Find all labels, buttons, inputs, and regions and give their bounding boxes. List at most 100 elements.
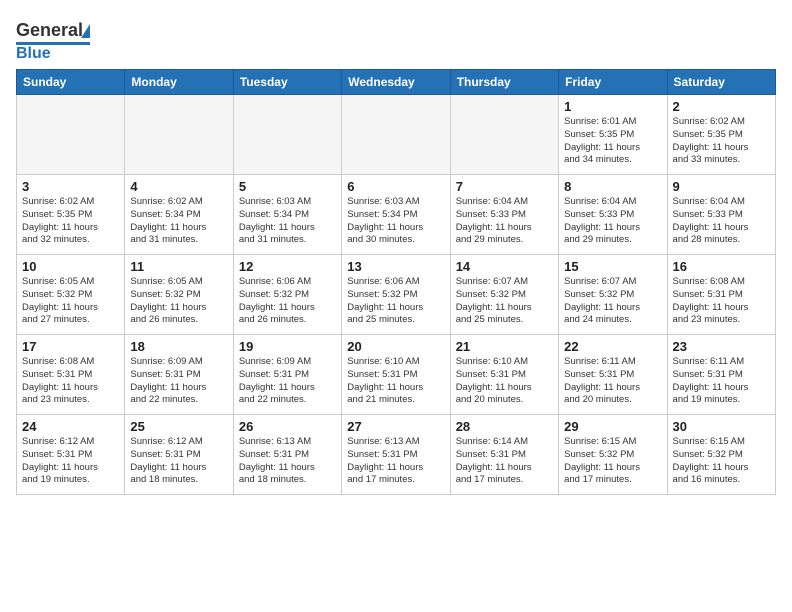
- day-info: Sunrise: 6:15 AM Sunset: 5:32 PM Dayligh…: [673, 436, 770, 487]
- calendar-week-2: 3 Sunrise: 6:02 AM Sunset: 5:35 PM Daylig…: [17, 175, 776, 255]
- day-number: 27: [347, 419, 444, 434]
- day-number: 12: [239, 259, 336, 274]
- calendar-cell: 3 Sunrise: 6:02 AM Sunset: 5:35 PM Daylig…: [17, 175, 125, 255]
- day-number: 11: [130, 259, 227, 274]
- day-info: Sunrise: 6:04 AM Sunset: 5:33 PM Dayligh…: [456, 196, 553, 247]
- day-of-week-tuesday: Tuesday: [233, 70, 341, 95]
- day-info: Sunrise: 6:01 AM Sunset: 5:35 PM Dayligh…: [564, 116, 661, 167]
- day-number: 19: [239, 339, 336, 354]
- calendar-cell: 11 Sunrise: 6:05 AM Sunset: 5:32 PM Dayli…: [125, 255, 233, 335]
- day-info: Sunrise: 6:13 AM Sunset: 5:31 PM Dayligh…: [347, 436, 444, 487]
- calendar-cell: 14 Sunrise: 6:07 AM Sunset: 5:32 PM Dayli…: [450, 255, 558, 335]
- day-info: Sunrise: 6:07 AM Sunset: 5:32 PM Dayligh…: [456, 276, 553, 327]
- calendar-cell: [233, 95, 341, 175]
- day-number: 23: [673, 339, 770, 354]
- day-number: 21: [456, 339, 553, 354]
- calendar-cell: 13 Sunrise: 6:06 AM Sunset: 5:32 PM Dayli…: [342, 255, 450, 335]
- day-number: 17: [22, 339, 119, 354]
- day-info: Sunrise: 6:14 AM Sunset: 5:31 PM Dayligh…: [456, 436, 553, 487]
- calendar-cell: 30 Sunrise: 6:15 AM Sunset: 5:32 PM Dayli…: [667, 415, 775, 495]
- day-info: Sunrise: 6:12 AM Sunset: 5:31 PM Dayligh…: [22, 436, 119, 487]
- day-info: Sunrise: 6:07 AM Sunset: 5:32 PM Dayligh…: [564, 276, 661, 327]
- svg-text:Blue: Blue: [16, 45, 51, 61]
- calendar-week-5: 24Sunrise: 6:12 AM Sunset: 5:31 PM Dayli…: [17, 415, 776, 495]
- calendar-cell: 4Sunrise: 6:02 AM Sunset: 5:34 PM Daylig…: [125, 175, 233, 255]
- day-info: Sunrise: 6:13 AM Sunset: 5:31 PM Dayligh…: [239, 436, 336, 487]
- calendar-cell: 28 Sunrise: 6:14 AM Sunset: 5:31 PM Dayli…: [450, 415, 558, 495]
- logo-svg: General Blue: [16, 16, 96, 61]
- calendar-cell: [342, 95, 450, 175]
- calendar-cell: 26Sunrise: 6:13 AM Sunset: 5:31 PM Dayli…: [233, 415, 341, 495]
- calendar-week-4: 17 Sunrise: 6:08 AM Sunset: 5:31 PM Dayli…: [17, 335, 776, 415]
- calendar-cell: [17, 95, 125, 175]
- day-number: 13: [347, 259, 444, 274]
- day-of-week-sunday: Sunday: [17, 70, 125, 95]
- logo: General Blue: [16, 16, 96, 61]
- calendar-cell: 12Sunrise: 6:06 AM Sunset: 5:32 PM Dayli…: [233, 255, 341, 335]
- day-number: 5: [239, 179, 336, 194]
- calendar-cell: 27 Sunrise: 6:13 AM Sunset: 5:31 PM Dayli…: [342, 415, 450, 495]
- calendar-cell: 9 Sunrise: 6:04 AM Sunset: 5:33 PM Daylig…: [667, 175, 775, 255]
- day-info: Sunrise: 6:10 AM Sunset: 5:31 PM Dayligh…: [456, 356, 553, 407]
- calendar-week-1: 1 Sunrise: 6:01 AM Sunset: 5:35 PM Daylig…: [17, 95, 776, 175]
- calendar-cell: 1 Sunrise: 6:01 AM Sunset: 5:35 PM Daylig…: [559, 95, 667, 175]
- day-info: Sunrise: 6:08 AM Sunset: 5:31 PM Dayligh…: [22, 356, 119, 407]
- day-number: 28: [456, 419, 553, 434]
- day-info: Sunrise: 6:11 AM Sunset: 5:31 PM Dayligh…: [564, 356, 661, 407]
- day-info: Sunrise: 6:09 AM Sunset: 5:31 PM Dayligh…: [239, 356, 336, 407]
- calendar-cell: 25Sunrise: 6:12 AM Sunset: 5:31 PM Dayli…: [125, 415, 233, 495]
- day-info: Sunrise: 6:15 AM Sunset: 5:32 PM Dayligh…: [564, 436, 661, 487]
- day-number: 3: [22, 179, 119, 194]
- calendar-cell: 6 Sunrise: 6:03 AM Sunset: 5:34 PM Daylig…: [342, 175, 450, 255]
- day-number: 16: [673, 259, 770, 274]
- day-of-week-thursday: Thursday: [450, 70, 558, 95]
- calendar-cell: 17 Sunrise: 6:08 AM Sunset: 5:31 PM Dayli…: [17, 335, 125, 415]
- calendar-cell: 15 Sunrise: 6:07 AM Sunset: 5:32 PM Dayli…: [559, 255, 667, 335]
- day-number: 2: [673, 99, 770, 114]
- day-number: 9: [673, 179, 770, 194]
- calendar-cell: 23 Sunrise: 6:11 AM Sunset: 5:31 PM Dayli…: [667, 335, 775, 415]
- calendar-cell: [125, 95, 233, 175]
- day-number: 20: [347, 339, 444, 354]
- calendar-header-row: SundayMondayTuesdayWednesdayThursdayFrid…: [17, 70, 776, 95]
- day-info: Sunrise: 6:04 AM Sunset: 5:33 PM Dayligh…: [673, 196, 770, 247]
- calendar-cell: 22 Sunrise: 6:11 AM Sunset: 5:31 PM Dayli…: [559, 335, 667, 415]
- day-of-week-friday: Friday: [559, 70, 667, 95]
- calendar-cell: 16Sunrise: 6:08 AM Sunset: 5:31 PM Dayli…: [667, 255, 775, 335]
- day-number: 4: [130, 179, 227, 194]
- day-number: 6: [347, 179, 444, 194]
- calendar-cell: 2Sunrise: 6:02 AM Sunset: 5:35 PM Daylig…: [667, 95, 775, 175]
- day-info: Sunrise: 6:03 AM Sunset: 5:34 PM Dayligh…: [239, 196, 336, 247]
- calendar-cell: 8Sunrise: 6:04 AM Sunset: 5:33 PM Daylig…: [559, 175, 667, 255]
- day-info: Sunrise: 6:11 AM Sunset: 5:31 PM Dayligh…: [673, 356, 770, 407]
- day-number: 30: [673, 419, 770, 434]
- day-number: 14: [456, 259, 553, 274]
- day-of-week-monday: Monday: [125, 70, 233, 95]
- calendar-cell: [450, 95, 558, 175]
- calendar-cell: 19 Sunrise: 6:09 AM Sunset: 5:31 PM Dayli…: [233, 335, 341, 415]
- day-number: 7: [456, 179, 553, 194]
- calendar-week-3: 10 Sunrise: 6:05 AM Sunset: 5:32 PM Dayli…: [17, 255, 776, 335]
- day-number: 22: [564, 339, 661, 354]
- day-number: 1: [564, 99, 661, 114]
- day-info: Sunrise: 6:02 AM Sunset: 5:35 PM Dayligh…: [22, 196, 119, 247]
- calendar-table: SundayMondayTuesdayWednesdayThursdayFrid…: [16, 69, 776, 495]
- calendar-cell: 24Sunrise: 6:12 AM Sunset: 5:31 PM Dayli…: [17, 415, 125, 495]
- calendar-cell: 10Sunrise: 6:05 AM Sunset: 5:32 PM Dayli…: [17, 255, 125, 335]
- day-info: Sunrise: 6:03 AM Sunset: 5:34 PM Dayligh…: [347, 196, 444, 247]
- calendar-cell: 21 Sunrise: 6:10 AM Sunset: 5:31 PM Dayli…: [450, 335, 558, 415]
- svg-text:General: General: [16, 20, 83, 40]
- calendar-cell: 20Sunrise: 6:10 AM Sunset: 5:31 PM Dayli…: [342, 335, 450, 415]
- day-of-week-wednesday: Wednesday: [342, 70, 450, 95]
- day-number: 15: [564, 259, 661, 274]
- day-of-week-saturday: Saturday: [667, 70, 775, 95]
- day-number: 29: [564, 419, 661, 434]
- day-number: 8: [564, 179, 661, 194]
- day-info: Sunrise: 6:05 AM Sunset: 5:32 PM Dayligh…: [130, 276, 227, 327]
- calendar-cell: 18Sunrise: 6:09 AM Sunset: 5:31 PM Dayli…: [125, 335, 233, 415]
- page-header: General Blue: [16, 16, 776, 61]
- day-info: Sunrise: 6:09 AM Sunset: 5:31 PM Dayligh…: [130, 356, 227, 407]
- day-info: Sunrise: 6:06 AM Sunset: 5:32 PM Dayligh…: [347, 276, 444, 327]
- calendar-cell: 7 Sunrise: 6:04 AM Sunset: 5:33 PM Daylig…: [450, 175, 558, 255]
- day-number: 10: [22, 259, 119, 274]
